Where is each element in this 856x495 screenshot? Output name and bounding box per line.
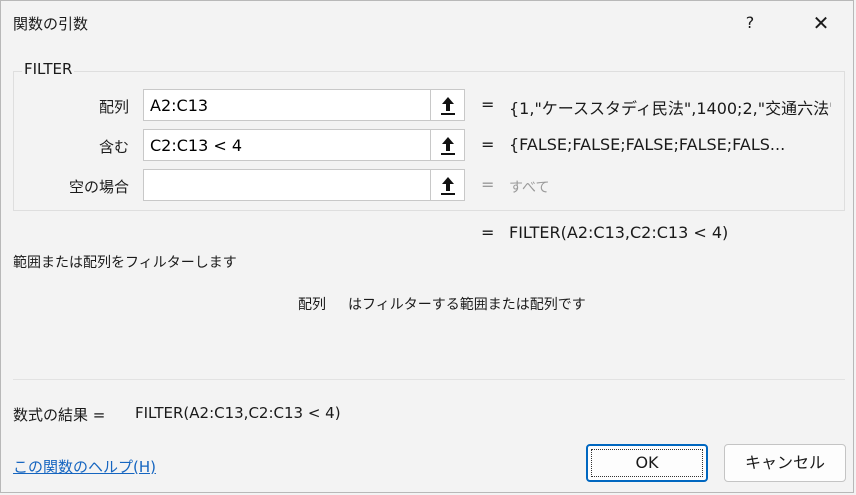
function-arguments-dialog: 関数の引数 ? ✕ FILTER 配列 = {1,"ケーススタディ民法",140… [0, 0, 854, 493]
if-empty-collapse-button[interactable] [431, 169, 465, 201]
if-empty-equals: = [481, 175, 495, 194]
ok-button[interactable]: OK [586, 444, 708, 482]
arg-row-include: 含む = {FALSE;FALSE;FALSE;FALSE;FALS... [1, 129, 856, 163]
divider [13, 379, 845, 380]
result-label: 数式の結果 = [13, 406, 106, 424]
arg-row-if-empty: 空の場合 = すべて [1, 169, 856, 203]
array-input[interactable] [143, 89, 431, 121]
include-equals: = [481, 135, 495, 154]
include-result: {FALSE;FALSE;FALSE;FALSE;FALS... [509, 135, 786, 154]
include-collapse-button[interactable] [431, 129, 465, 161]
cancel-button[interactable]: キャンセル [724, 444, 846, 482]
include-input[interactable] [143, 129, 431, 161]
arg-label-if-empty: 空の場合 [68, 178, 129, 196]
focus-ring [591, 449, 703, 477]
help-link[interactable]: この関数のヘルプ(H) [13, 456, 156, 477]
dialog-title: 関数の引数 [13, 15, 89, 33]
formula-equals: = [481, 223, 495, 242]
arg-label-array: 配列 [98, 98, 129, 116]
arg-row-array: 配列 = {1,"ケーススタディ民法",1400;2,"交通六法" [1, 89, 856, 123]
function-description: 範囲または配列をフィルターします [13, 255, 237, 271]
array-result: {1,"ケーススタディ民法",1400;2,"交通六法" [509, 99, 831, 118]
arg-label-include: 含む [98, 138, 129, 156]
range-select-icon [441, 97, 455, 115]
result-value: FILTER(A2:C13,C2:C13 < 4) [135, 404, 341, 422]
if-empty-input[interactable] [143, 169, 431, 201]
array-collapse-button[interactable] [431, 89, 465, 121]
range-select-icon [441, 177, 455, 195]
close-icon[interactable]: ✕ [801, 9, 841, 37]
range-select-icon [441, 137, 455, 155]
cancel-button-label: キャンセル [744, 453, 825, 472]
help-icon[interactable]: ? [734, 9, 766, 37]
function-name: FILTER [22, 60, 75, 78]
formula-result: FILTER(A2:C13,C2:C13 < 4) [509, 223, 729, 242]
arg-description-text: はフィルターする範囲または配列です [348, 297, 586, 313]
arg-description-name: 配列 [298, 297, 326, 313]
array-equals: = [481, 95, 495, 114]
if-empty-result: すべて [509, 180, 550, 196]
title-bar: 関数の引数 ? ✕ [1, 1, 853, 45]
